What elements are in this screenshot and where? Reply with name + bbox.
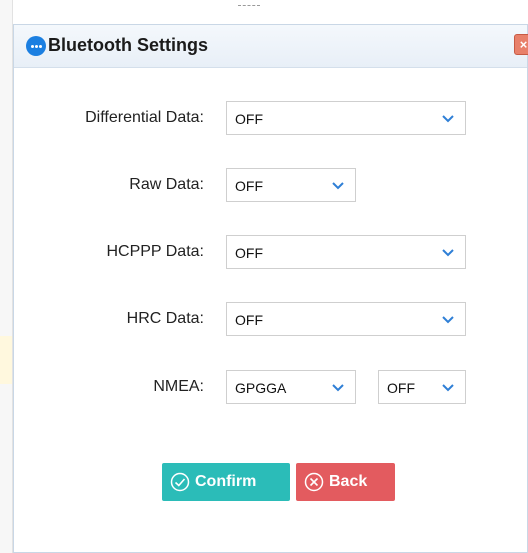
background-highlight	[0, 336, 12, 384]
chevron-down-icon	[442, 316, 454, 324]
close-button[interactable]: ×	[514, 34, 528, 55]
nmea-label: NMEA:	[153, 378, 204, 395]
hcppp-data-select[interactable]: OFF	[226, 235, 466, 269]
hrc-data-select[interactable]: OFF	[226, 302, 466, 336]
back-button[interactable]: Back	[296, 463, 395, 501]
back-button-label: Back	[329, 473, 368, 490]
differential-data-label: Differential Data:	[85, 109, 204, 126]
raw-data-label: Raw Data:	[129, 176, 204, 193]
background-panel-edge	[0, 0, 13, 553]
differential-data-select[interactable]: OFF	[226, 101, 466, 135]
dialog-titlebar: Bluetooth Settings ×	[14, 25, 528, 68]
hcppp-data-label: HCPPP Data:	[106, 243, 204, 260]
nmea-sentence-value: GPGGA	[235, 380, 287, 396]
x-circle-icon	[304, 472, 324, 492]
dialog-title: Bluetooth Settings	[48, 35, 208, 55]
hrc-data-value: OFF	[235, 312, 263, 328]
close-icon: ×	[519, 37, 528, 52]
nmea-sentence-select[interactable]: GPGGA	[226, 370, 356, 404]
differential-data-value: OFF	[235, 111, 263, 127]
nmea-rate-select[interactable]: OFF	[378, 370, 466, 404]
chevron-down-icon	[442, 115, 454, 123]
raw-data-value: OFF	[235, 178, 263, 194]
bluetooth-settings-dialog: Bluetooth Settings × Differential Data: …	[13, 24, 528, 553]
chevron-down-icon	[332, 384, 344, 392]
nmea-rate-value: OFF	[387, 380, 415, 396]
chevron-down-icon	[442, 249, 454, 257]
chat-bubble-icon	[26, 36, 46, 56]
raw-data-select[interactable]: OFF	[226, 168, 356, 202]
check-circle-icon	[170, 472, 190, 492]
drag-handle	[238, 5, 260, 8]
hcppp-data-value: OFF	[235, 245, 263, 261]
chevron-down-icon	[442, 384, 454, 392]
chevron-down-icon	[332, 182, 344, 190]
confirm-button-label: Confirm	[195, 473, 257, 490]
hrc-data-label: HRC Data:	[126, 310, 204, 327]
confirm-button[interactable]: Confirm	[162, 463, 290, 501]
